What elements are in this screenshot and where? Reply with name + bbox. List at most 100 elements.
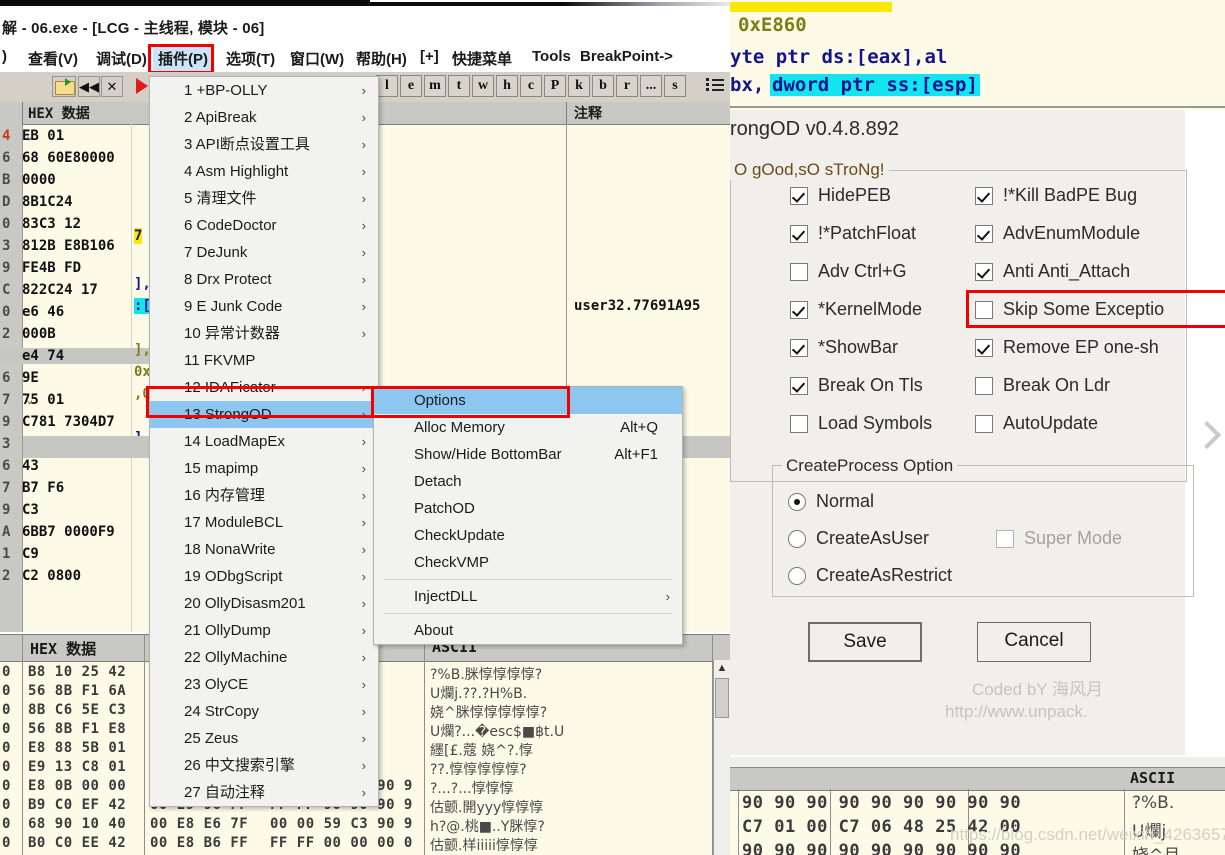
submenu-item[interactable]: About bbox=[374, 617, 682, 644]
plugin-menu-item[interactable]: 11 FKVMP bbox=[150, 347, 378, 374]
plugin-menu-item[interactable]: 9 E Junk Code › bbox=[150, 293, 378, 320]
plugin-menu-item[interactable]: 6 CodeDoctor › bbox=[150, 212, 378, 239]
letter-button-l[interactable]: l bbox=[376, 75, 398, 97]
checkbox-box[interactable] bbox=[975, 377, 993, 395]
checkbox-box[interactable] bbox=[975, 225, 993, 243]
submenu-item[interactable]: Options bbox=[374, 387, 682, 414]
chevron-right-icon: › bbox=[361, 461, 366, 476]
menu-item-tools[interactable]: Tools bbox=[532, 48, 571, 65]
cancel-button[interactable]: Cancel bbox=[977, 622, 1091, 662]
plugin-menu-item[interactable]: 18 NonaWrite › bbox=[150, 536, 378, 563]
plugin-menu-item[interactable]: 16 内存管理 › bbox=[150, 482, 378, 509]
scroll-up-icon[interactable]: ▲ bbox=[714, 660, 730, 676]
open-file-button[interactable] bbox=[52, 76, 76, 97]
plugin-menu-item[interactable]: 27 自动注释 › bbox=[150, 779, 378, 806]
checkbox-box[interactable] bbox=[790, 377, 808, 395]
plugin-menu-item[interactable]: 13 StrongOD › bbox=[150, 401, 378, 428]
chevron-right-icon: › bbox=[361, 299, 366, 314]
plugin-menu-item[interactable]: 17 ModuleBCL › bbox=[150, 509, 378, 536]
plugin-menu-item[interactable]: 4 Asm Highlight › bbox=[150, 158, 378, 185]
dump-address: 0 bbox=[2, 759, 11, 775]
menu-item-breakpoint[interactable]: BreakPoint-> bbox=[580, 48, 673, 65]
plugin-menu-item[interactable]: 26 中文搜索引擎 › bbox=[150, 752, 378, 779]
checkbox-box[interactable] bbox=[975, 339, 993, 357]
menu-item-view[interactable]: 查看(V) bbox=[28, 48, 78, 69]
menu-item-plus[interactable]: [+] bbox=[420, 48, 439, 65]
letter-button-p[interactable]: P bbox=[544, 75, 566, 97]
plugin-menu-item[interactable]: 22 OllyMachine › bbox=[150, 644, 378, 671]
checkbox-super-mode-box[interactable] bbox=[996, 530, 1014, 548]
dump-bytes: 68 90 10 40 bbox=[28, 816, 127, 832]
menu-item-options[interactable]: 选项(T) bbox=[226, 48, 275, 69]
menu-item-debug[interactable]: 调试(D) bbox=[96, 48, 147, 69]
plugin-menu-item[interactable]: 19 ODbgScript › bbox=[150, 563, 378, 590]
letter-button-h[interactable]: h bbox=[496, 75, 518, 97]
radio-createasrestrict-circle[interactable] bbox=[788, 567, 806, 585]
submenu-item[interactable]: CheckUpdate bbox=[374, 522, 682, 549]
letter-button-b[interactable]: b bbox=[592, 75, 614, 97]
submenu-item[interactable]: Show/Hide BottomBar Alt+F1 bbox=[374, 441, 682, 468]
plugin-menu-item[interactable]: 21 OllyDump › bbox=[150, 617, 378, 644]
plugin-menu-item[interactable]: 25 Zeus › bbox=[150, 725, 378, 752]
checkbox-box[interactable] bbox=[975, 263, 993, 281]
letter-button-e[interactable]: e bbox=[400, 75, 422, 97]
submenu-item[interactable]: CheckVMP bbox=[374, 549, 682, 576]
checkbox-box[interactable] bbox=[790, 339, 808, 357]
radio-createasuser-circle[interactable] bbox=[788, 530, 806, 548]
letter-button-m[interactable]: m bbox=[424, 75, 446, 97]
submenu-item[interactable]: PatchOD bbox=[374, 495, 682, 522]
plugins-dropdown-menu[interactable]: 1 +BP-OLLY › 2 ApiBreak › 3 API断点设置工具 › 4 Asm … bbox=[149, 76, 379, 807]
checkbox-box[interactable] bbox=[790, 263, 808, 281]
save-button[interactable]: Save bbox=[808, 622, 922, 662]
letter-button-s[interactable]: s bbox=[664, 75, 686, 97]
plugin-menu-item[interactable]: 23 OlyCE › bbox=[150, 671, 378, 698]
plugin-menu-item[interactable]: 12 IDAFicator › bbox=[150, 374, 378, 401]
plugin-menu-item[interactable]: 15 mapimp › bbox=[150, 455, 378, 482]
plugin-menu-item[interactable]: 10 异常计数器 › bbox=[150, 320, 378, 347]
plugin-menu-item[interactable]: 24 StrCopy › bbox=[150, 698, 378, 725]
plugin-menu-item[interactable]: 2 ApiBreak › bbox=[150, 104, 378, 131]
plugin-menu-item[interactable]: 5 清理文件 › bbox=[150, 185, 378, 212]
checkbox-box[interactable] bbox=[790, 301, 808, 319]
checkbox-box[interactable] bbox=[975, 301, 993, 319]
letter-button-t[interactable]: t bbox=[448, 75, 470, 97]
plugin-menu-item[interactable]: 8 Drx Protect › bbox=[150, 266, 378, 293]
letter-button-more[interactable]: ... bbox=[640, 75, 662, 97]
submenu-item[interactable]: Detach bbox=[374, 468, 682, 495]
dump-scrollbar[interactable]: ▲ bbox=[713, 660, 730, 855]
plugin-menu-item[interactable]: 1 +BP-OLLY › bbox=[150, 77, 378, 104]
submenu-item[interactable]: InjectDLL › bbox=[374, 583, 682, 610]
plugin-menu-item[interactable]: 20 OllyDisasm201 › bbox=[150, 590, 378, 617]
options-groupbox bbox=[730, 170, 1187, 482]
list-view-icon[interactable] bbox=[706, 76, 726, 96]
checkbox-box[interactable] bbox=[790, 415, 808, 433]
letter-button-r[interactable]: r bbox=[616, 75, 638, 97]
scroll-thumb[interactable] bbox=[715, 678, 729, 718]
run-button[interactable] bbox=[136, 78, 148, 94]
strongod-submenu[interactable]: Options Alloc Memory Alt+Q Show/Hide Bottom… bbox=[373, 386, 683, 645]
plugin-menu-item[interactable]: 14 LoadMapEx › bbox=[150, 428, 378, 455]
chevron-right-icon[interactable] bbox=[1195, 415, 1221, 463]
plugin-menu-item-label: 1 +BP-OLLY bbox=[184, 82, 268, 99]
rewind-button[interactable]: ◀◀ bbox=[78, 76, 100, 97]
menu-item-shortcut[interactable]: 快捷菜单 bbox=[452, 48, 512, 69]
checkbox-box[interactable] bbox=[790, 225, 808, 243]
col-header-comment: 注释 bbox=[574, 106, 602, 122]
menu-item-paren[interactable]: ) bbox=[2, 48, 7, 65]
menu-item-plugins[interactable]: 插件(P) bbox=[153, 46, 213, 71]
checkbox-box[interactable] bbox=[975, 187, 993, 205]
checkbox-box[interactable] bbox=[790, 187, 808, 205]
letter-button-k[interactable]: k bbox=[568, 75, 590, 97]
menu-item-window[interactable]: 窗口(W) bbox=[290, 48, 344, 69]
menu-item-help[interactable]: 帮助(H) bbox=[356, 48, 407, 69]
submenu-item[interactable]: Alloc Memory Alt+Q bbox=[374, 414, 682, 441]
close-button[interactable]: ✕ bbox=[101, 76, 123, 97]
radio-normal-circle[interactable] bbox=[788, 493, 806, 511]
plugin-menu-item[interactable]: 7 DeJunk › bbox=[150, 239, 378, 266]
submenu-item-label: CheckVMP bbox=[414, 554, 490, 571]
plugin-menu-item[interactable]: 3 API断点设置工具 › bbox=[150, 131, 378, 158]
checkbox-box[interactable] bbox=[975, 415, 993, 433]
letter-button-c[interactable]: c bbox=[520, 75, 542, 97]
letter-button-w[interactable]: w bbox=[472, 75, 494, 97]
disassembly-hex: 83C3 12 bbox=[22, 216, 82, 232]
